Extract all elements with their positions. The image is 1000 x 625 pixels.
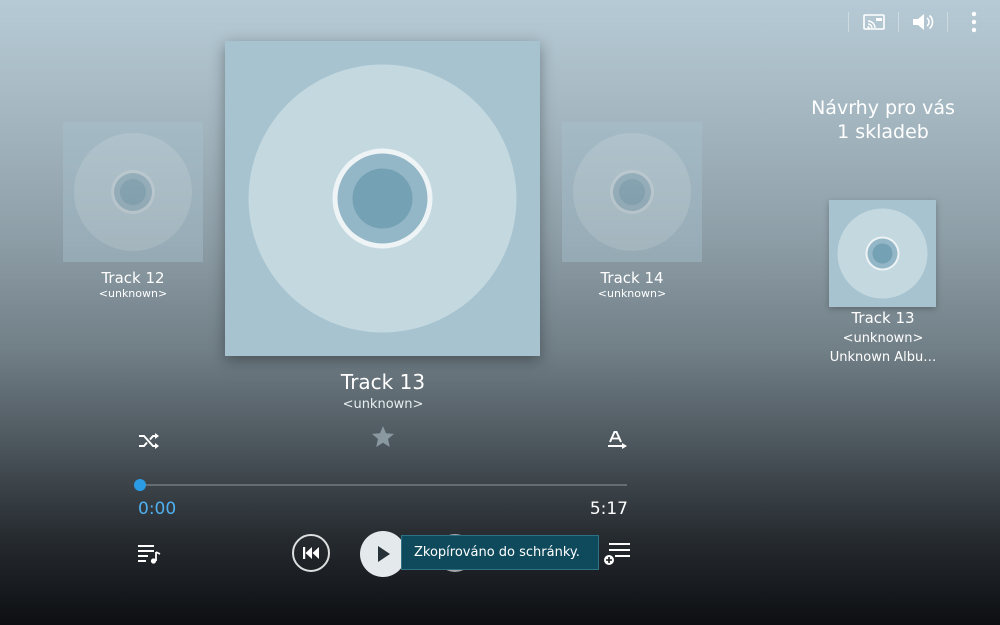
shuffle-icon[interactable] [136,429,162,453]
topbar-divider [848,12,849,32]
lyrics-icon[interactable] [604,429,630,453]
next-track-title: Track 14 [600,269,664,287]
cd-disc-icon [829,200,936,307]
volume-icon[interactable] [910,9,936,35]
previous-track-artist: <unknown> [98,287,168,300]
add-to-playlist-icon[interactable] [602,540,632,568]
next-track-caption[interactable]: Track 14 <unknown> [562,269,702,301]
cd-disc-icon [562,122,702,262]
current-track-album-art[interactable] [225,41,540,356]
suggestions-heading-title: Návrhy pro vás [811,97,955,119]
clipboard-toast: Zkopírováno do schránky. [401,535,599,570]
play-icon [378,546,390,562]
current-track-artist: <unknown> [342,397,424,412]
cd-disc-icon [63,122,203,262]
skip-previous-icon [303,547,319,559]
next-track-album-art[interactable] [562,122,702,262]
topbar-divider [947,12,948,32]
seek-bar[interactable] [140,484,627,486]
play-button[interactable] [360,531,406,577]
total-duration: 5:17 [589,499,628,519]
suggestion-album-art[interactable] [829,200,936,307]
previous-track-caption[interactable]: Track 12 <unknown> [63,269,203,301]
favorite-star-icon[interactable] [370,424,396,448]
previous-track-title: Track 12 [101,269,165,287]
suggestion-album: Unknown Albu… [829,350,937,365]
next-track-artist: <unknown> [597,287,667,300]
music-player-screen: Track 12 <unknown> Track 14 <unknown> Tr… [0,0,1000,625]
elapsed-time: 0:00 [138,499,177,519]
suggestion-artist: <unknown> [842,331,924,346]
overflow-menu-icon[interactable] [961,9,987,35]
suggestion-title[interactable]: Track 13 [783,309,983,327]
topbar-divider [898,12,899,32]
playlist-music-icon[interactable] [135,541,163,567]
cd-disc-icon [225,41,540,356]
suggestions-heading: Návrhy pro vás 1 skladeb [783,96,983,144]
screen-mirror-icon[interactable] [861,9,887,35]
previous-track-album-art[interactable] [63,122,203,262]
seek-bar-thumb[interactable] [134,479,146,491]
previous-button[interactable] [292,534,330,572]
current-track-title: Track 13 [340,370,426,394]
suggestions-track-count: 1 skladeb [837,121,929,143]
